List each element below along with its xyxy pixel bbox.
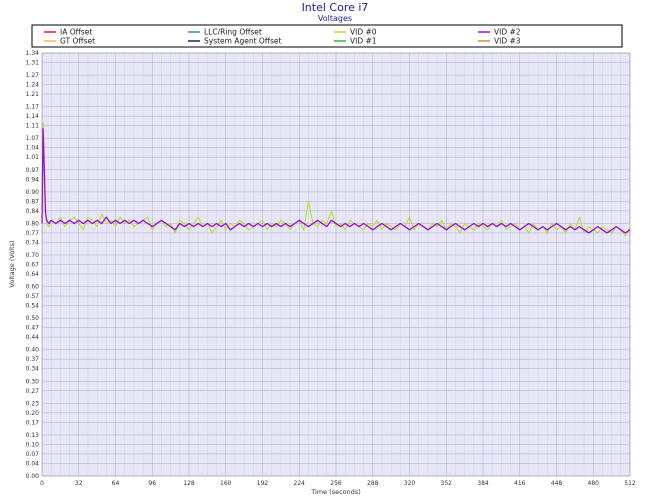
y-tick-label: 0.34	[26, 366, 40, 373]
y-tick-label: 0.50	[26, 315, 40, 322]
y-tick-label: 0.27	[26, 388, 40, 395]
y-tick-label: 1.34	[26, 50, 40, 57]
x-tick-label: 512	[624, 480, 636, 487]
x-tick-label: 416	[514, 480, 526, 487]
legend-box	[31, 24, 623, 48]
y-axis-label: Voltage (Volts)	[8, 240, 16, 287]
x-tick-label: 224	[294, 480, 306, 487]
y-tick-label: 1.01	[26, 154, 40, 161]
y-tick-label: 1.04	[26, 145, 40, 152]
legend-label: System Agent Offset	[204, 37, 282, 46]
y-tick-label: 0.57	[26, 293, 40, 300]
y-axis-ticks: 0.00 0.04 0.07 0.10 0.13 0.17 0.20 0.23 0.27 0.30…	[26, 50, 40, 480]
y-tick-label: 0.30	[26, 378, 40, 385]
y-tick-label: 0.37	[26, 356, 40, 363]
y-tick-label: 0.23	[26, 400, 40, 407]
legend-label: LLC/Ring Offset	[204, 28, 262, 37]
y-tick-label: 0.47	[26, 325, 40, 332]
legend-label: VID #3	[494, 37, 521, 46]
x-tick-label: 96	[148, 480, 156, 487]
y-tick-label: 1.21	[26, 91, 40, 98]
y-tick-label: 0.04	[26, 460, 40, 467]
y-tick-label: 1.11	[26, 123, 40, 130]
legend: IA Offset LLC/Ring Offset VID #0 VID #2 GT O…	[31, 24, 623, 48]
y-tick-label: 0.74	[26, 239, 40, 246]
legend-label: VID #0	[350, 28, 377, 37]
x-tick-label: 320	[404, 480, 416, 487]
x-tick-label: 64	[112, 480, 120, 487]
y-tick-label: 0.80	[26, 220, 40, 227]
legend-label: GT Offset	[60, 37, 95, 46]
y-tick-label: 1.17	[26, 104, 40, 111]
y-tick-label: 0.07	[26, 451, 40, 458]
y-tick-label: 1.27	[26, 72, 40, 79]
legend-label: IA Offset	[60, 28, 92, 37]
y-tick-label: 0.70	[26, 252, 40, 259]
legend-label: VID #1	[350, 37, 377, 46]
x-axis-label: Time (seconds)	[310, 488, 361, 496]
chart-title: Intel Core i7	[302, 1, 369, 14]
x-tick-label: 160	[220, 480, 232, 487]
x-tick-label: 256	[330, 480, 342, 487]
y-tick-label: 1.24	[26, 82, 40, 89]
y-tick-label: 0.87	[26, 198, 40, 205]
x-tick-label: 0	[40, 480, 44, 487]
y-tick-label: 0.54	[26, 303, 40, 310]
y-tick-label: 0.00	[26, 473, 40, 480]
legend-label: VID #2	[494, 28, 521, 37]
y-tick-label: 0.84	[26, 208, 40, 215]
y-tick-label: 0.40	[26, 347, 40, 354]
x-tick-label: 480	[588, 480, 600, 487]
y-tick-label: 0.94	[26, 176, 40, 183]
y-tick-label: 0.10	[26, 441, 40, 448]
y-tick-label: 0.67	[26, 262, 40, 269]
x-tick-label: 192	[257, 480, 269, 487]
y-tick-label: 1.31	[26, 59, 40, 66]
y-tick-label: 0.97	[26, 167, 40, 174]
chart-subtitle: Voltages	[318, 14, 352, 23]
y-tick-label: 0.44	[26, 334, 40, 341]
x-tick-label: 288	[367, 480, 379, 487]
y-tick-label: 0.64	[26, 271, 40, 278]
y-tick-label: 0.13	[26, 432, 40, 439]
x-tick-label: 448	[551, 480, 563, 487]
y-tick-label: 0.90	[26, 189, 40, 196]
y-tick-label: 0.17	[26, 419, 40, 426]
voltage-chart: Intel Core i7 Voltages IA Offset LLC/Ring…	[8, 1, 636, 496]
x-tick-label: 352	[441, 480, 453, 487]
y-tick-label: 0.60	[26, 284, 40, 291]
x-axis-ticks: 0 32 64 96 128 160 192 224 256 288 320 352 384 416 448…	[40, 480, 636, 487]
x-tick-label: 128	[183, 480, 195, 487]
x-tick-label: 384	[477, 480, 489, 487]
y-tick-label: 0.77	[26, 230, 40, 237]
x-tick-label: 32	[75, 480, 83, 487]
y-tick-label: 0.20	[26, 410, 40, 417]
y-tick-label: 1.14	[26, 113, 40, 120]
y-tick-label: 1.07	[26, 135, 40, 142]
